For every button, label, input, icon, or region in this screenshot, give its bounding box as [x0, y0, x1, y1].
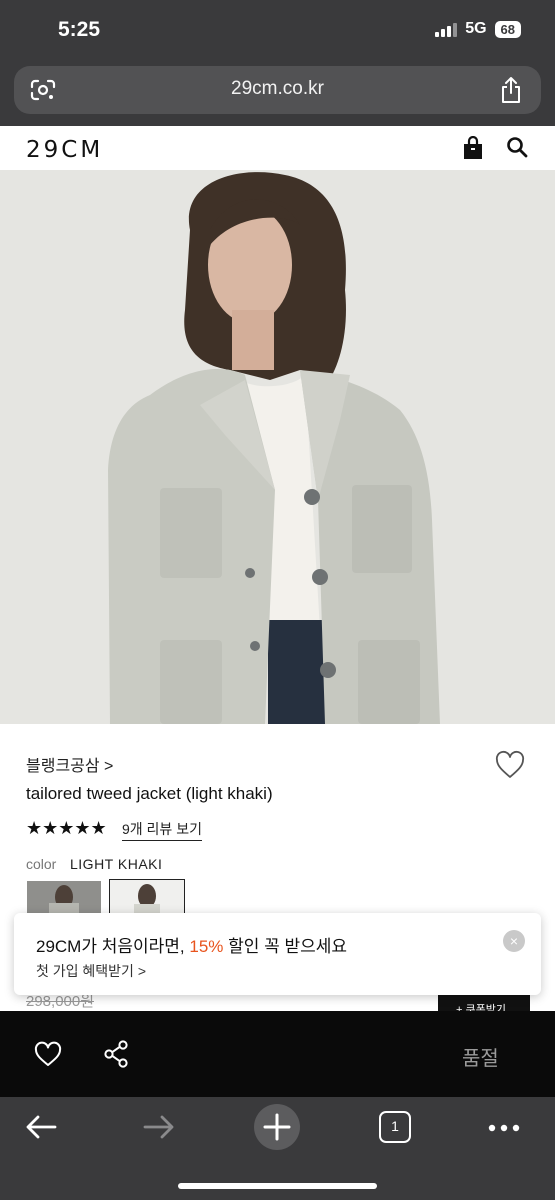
site-logo[interactable]: 29CM [26, 137, 103, 163]
color-label: color [26, 856, 57, 872]
share-nodes-icon[interactable] [103, 1040, 129, 1068]
promo-headline: 29CM가 처음이라면, 15% 할인 꼭 받으세요 [36, 932, 347, 957]
browser-toolbar: 1 [0, 1097, 555, 1200]
shopping-bag-icon[interactable] [462, 136, 484, 160]
share-icon[interactable] [499, 76, 523, 104]
tab-switcher-button[interactable]: 1 [379, 1111, 411, 1143]
battery-badge: 68 [494, 20, 521, 38]
arrow-right-icon[interactable] [142, 1114, 176, 1140]
product-title: tailored tweed jacket (light khaki) [26, 784, 273, 803]
new-tab-button[interactable] [254, 1104, 300, 1150]
product-image[interactable] [0, 170, 555, 724]
soldout-button[interactable]: 품절 [462, 1042, 499, 1071]
brand-link[interactable]: 블랭크공삼 > [26, 752, 113, 776]
arrow-left-icon[interactable] [24, 1114, 58, 1140]
status-time: 5:25 [58, 18, 101, 41]
review-link[interactable]: 9개 리뷰 보기 [122, 819, 202, 841]
coupon-button[interactable]: + 쿠폰받기 [438, 995, 530, 1011]
color-swatch-option[interactable] [27, 881, 101, 917]
promo-signup-link[interactable]: 첫 가입 혜택받기 > [36, 961, 146, 981]
url-text[interactable]: 29cm.co.kr [14, 78, 541, 100]
signal-icon [435, 21, 458, 37]
rating-stars: ★★★★★ [26, 818, 107, 838]
page: 5:25 5G 68 29cm.co.kr 29CM 블랭크공삼 > tailo… [0, 0, 555, 1200]
status-indicators: 5G 68 [435, 20, 521, 38]
search-icon[interactable] [506, 136, 528, 158]
purchase-action-bar: 품절 [0, 1011, 555, 1097]
product-photo [0, 170, 555, 724]
heart-icon[interactable] [34, 1041, 62, 1067]
plus-icon [263, 1113, 291, 1141]
home-indicator [178, 1183, 377, 1189]
site-header: 29CM [0, 126, 555, 170]
signup-promo-banner[interactable]: 29CM가 처음이라면, 15% 할인 꼭 받으세요 첫 가입 혜택받기 > × [14, 913, 541, 995]
heart-icon[interactable] [494, 750, 526, 780]
promo-text-before: 29CM가 처음이라면, [36, 937, 190, 956]
promo-text-after: 할인 꼭 받으세요 [223, 937, 348, 956]
browser-top-chrome: 5:25 5G 68 29cm.co.kr [0, 0, 555, 126]
network-label: 5G [465, 20, 487, 37]
address-bar[interactable]: 29cm.co.kr [14, 66, 541, 114]
promo-discount: 15% [189, 937, 224, 956]
color-value: LIGHT KHAKI [70, 856, 163, 872]
more-dots-icon[interactable] [488, 1124, 520, 1132]
close-icon[interactable]: × [503, 930, 525, 952]
